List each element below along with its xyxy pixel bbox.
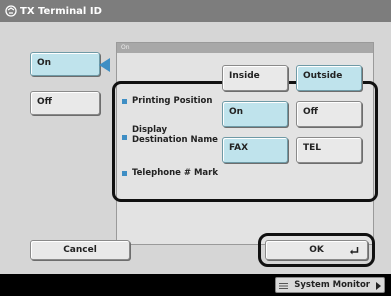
telephone-mark-label: Telephone # Mark (132, 168, 218, 178)
system-monitor-label: System Monitor (294, 280, 370, 290)
monitor-grip-icon (279, 283, 289, 289)
bullet-icon (122, 171, 127, 176)
settings-screen: On Off On Printing Position Inside Outsi… (0, 22, 391, 274)
telephone-mark-tel-button[interactable]: TEL (296, 137, 362, 163)
fax-settings-icon (5, 5, 17, 17)
cancel-label: Cancel (63, 245, 97, 255)
selection-pointer-icon (99, 58, 110, 72)
window-title: TX Terminal ID (20, 5, 102, 17)
display-destination-off-button[interactable]: Off (296, 101, 362, 127)
on-option-button[interactable]: On (30, 52, 100, 76)
system-monitor-button[interactable]: System Monitor (275, 277, 385, 293)
title-bar: TX Terminal ID (0, 0, 391, 22)
off-option-button[interactable]: Off (30, 91, 100, 115)
display-destination-name-label: Display Destination Name (132, 125, 218, 145)
status-footer: System Monitor (0, 274, 391, 296)
bullet-icon (122, 135, 127, 140)
panel-header: On (117, 43, 373, 53)
cancel-button[interactable]: Cancel (30, 240, 130, 260)
ok-label: OK (309, 245, 324, 255)
telephone-mark-fax-button[interactable]: FAX (222, 137, 288, 163)
play-arrow-icon (376, 282, 381, 290)
bullet-icon (122, 99, 127, 104)
printing-position-outside-button[interactable]: Outside (296, 65, 362, 91)
display-destination-on-button[interactable]: On (222, 101, 288, 127)
printing-position-label: Printing Position (132, 96, 213, 106)
ok-button[interactable]: OK (265, 240, 368, 260)
printing-position-inside-button[interactable]: Inside (222, 65, 288, 91)
enter-icon (350, 247, 359, 255)
